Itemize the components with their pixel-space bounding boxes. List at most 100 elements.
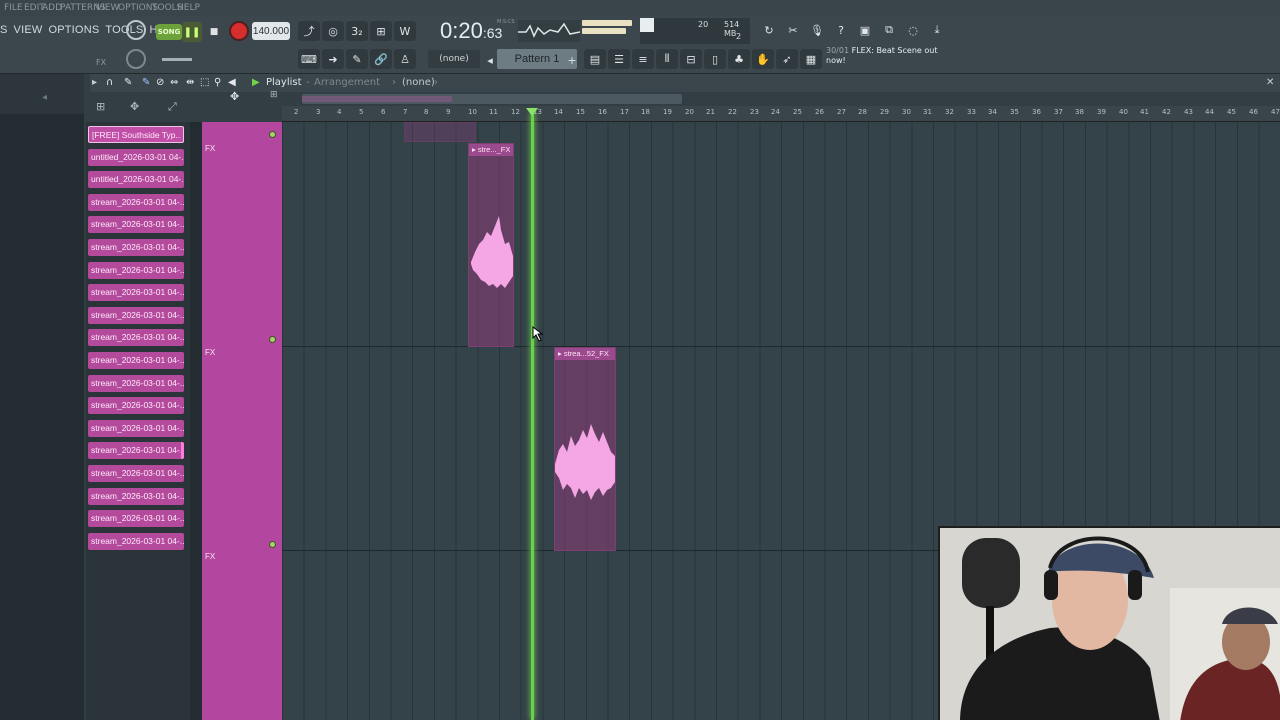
pattern-item[interactable]: [FREE] Southside Typ.. [88,126,184,143]
draw-icon[interactable]: ✎ [124,77,132,88]
channel-rack-icon[interactable]: ☰ [608,49,630,69]
browser-icon[interactable]: ⊟ [680,49,702,69]
link-icon[interactable]: 🔗 [370,49,392,69]
project-icon[interactable]: ▯ [704,49,726,69]
track-move-icon[interactable]: ✥ [230,90,239,103]
pattern-item[interactable]: stream_2026-03-01 04-.. [88,420,184,437]
metronome-icon[interactable]: ⤴ [298,21,320,41]
pattern-item[interactable]: stream_2026-03-01 04-.. [88,352,184,369]
step-edit-icon[interactable]: ⊞ [370,21,392,41]
pattern-item[interactable]: stream_2026-03-01 04-.. [88,216,184,233]
plugin-icon[interactable]: ⧉ [878,20,900,40]
pattern-list-icon[interactable]: ⊞ [96,100,105,113]
mute-icon[interactable]: ⇹ [186,77,194,88]
playlist-clip-source[interactable]: (none) [402,77,435,88]
ruler-tick: 17 [620,108,629,116]
stop-button[interactable]: ■ [205,22,223,42]
track-2-mute-toggle[interactable] [269,336,276,343]
track-3-mute-toggle[interactable] [269,541,276,548]
pattern-item[interactable]: stream_2026-03-01 04-.. [88,397,184,414]
draw-tool-icon[interactable]: ✎ [346,49,368,69]
pattern-item[interactable]: stream_2026-03-01 04-.. [88,375,184,392]
menu-view[interactable]: VIEW [14,20,43,40]
mic-icon[interactable]: 🎙 [806,20,828,40]
fx-label: FX [96,58,107,67]
resize-icon[interactable]: ⤢ [168,100,177,114]
pattern-item[interactable]: stream_2026-03-01 04-.. [88,329,184,346]
master-slider[interactable] [162,58,192,61]
pattern-item[interactable]: untitled_2026-03-01 04-.. [88,171,184,188]
playback-icon[interactable]: ◀ [228,77,236,88]
play-pause-button[interactable]: ❚❚ [182,22,202,42]
song-mode-toggle[interactable]: SONG [156,24,182,40]
menu-patterns-tail[interactable]: S [0,20,8,40]
delete-icon[interactable]: ⊘ [156,77,164,88]
pattern-item[interactable]: stream_2026-03-01 04-.. [88,194,184,211]
arrow-icon[interactable]: ➜ [322,49,344,69]
plugin-picker-icon[interactable]: ♣ [728,49,750,69]
playhead-marker[interactable] [526,108,538,116]
pattern-add-icon[interactable]: + [566,50,578,70]
menu-options[interactable]: OPTIONS [48,20,99,40]
ruler-tick: 25 [793,108,802,116]
master-volume-knob[interactable] [126,20,146,40]
chat-icon[interactable]: ◌ [902,20,924,40]
track-1-mute-toggle[interactable] [269,131,276,138]
piano-roll-icon[interactable]: ⌨ [298,49,320,69]
pattern-scrollbar[interactable] [190,122,202,720]
slip-icon[interactable]: ⇔ [170,77,178,88]
cut-icon[interactable]: ✂ [782,20,804,40]
mixer-icon[interactable]: ⫴ [656,49,678,69]
countdown-icon[interactable]: 3₂ [346,21,368,41]
master-pitch-knob[interactable] [126,49,146,69]
select-icon[interactable]: ⬚ [200,77,209,88]
pattern-item[interactable]: stream_2026-03-01 04-.. [88,284,184,301]
blend-icon[interactable]: W [394,21,416,41]
snap-select[interactable]: (none) [428,50,480,68]
timeline-ruler[interactable]: 2 3 4 5 6 7 8 9 10 11 12 13 14 15 16 17 18 19 20 21 22 23 24 25… [282,106,1280,122]
pattern-item[interactable]: stream_2026-03-01 04-.. [88,533,184,550]
audio-clip[interactable]: ▸ strea...52_FX [554,347,616,551]
ruler-tick: 15 [576,108,585,116]
wait-input-icon[interactable]: ◎ [322,21,344,41]
track-1-label[interactable]: FX [205,144,215,153]
touch-keyboard-icon[interactable]: ✋ [752,49,774,69]
zoom-icon[interactable]: ⚲ [214,77,221,88]
playlist-view-icon[interactable]: ▤ [584,49,606,69]
audio-clip-ghost[interactable] [404,122,476,142]
pattern-item[interactable]: stream_2026-03-01 04-.. [88,465,184,482]
store-icon[interactable]: ▦ [800,49,822,69]
tempo-display[interactable]: 140.000 [252,22,290,40]
magnet-icon[interactable]: ∩ [106,77,113,88]
track-mute-all-icon[interactable]: ⊞ [270,90,278,100]
help-icon[interactable]: ? [830,20,852,40]
paint-icon[interactable]: ✎ [142,77,150,88]
undo-icon[interactable]: ↻ [758,20,780,40]
download-icon[interactable]: ⤓ [926,20,948,40]
audio-clip[interactable]: ▸ stre..._FX [468,143,514,347]
pattern-item[interactable]: stream_2026-03-01 04-.. [88,239,184,256]
playlist-menu-icon[interactable]: ▸ [92,77,97,88]
news-ticker[interactable]: 30/01 FLEX: Beat Scene out now! [826,46,951,72]
move-icon[interactable]: ✥ [130,100,139,113]
pattern-item[interactable]: stream_2026-03-01 04-.. [88,262,184,279]
cpu-bar [640,18,654,32]
pattern-item[interactable]: stream_2026-03-01 04-.. [88,442,184,459]
pattern-item[interactable]: untitled_2026-03-01 04-.. [88,149,184,166]
save-icon[interactable]: ▣ [854,20,876,40]
track-2-label[interactable]: FX [205,348,215,357]
pattern-item[interactable]: stream_2026-03-01 04-.. [88,488,184,505]
pattern-item[interactable]: stream_2026-03-01 04-.. [88,307,184,324]
track-3-label[interactable]: FX [205,552,215,561]
stamp-icon[interactable]: ♙ [394,49,416,69]
pattern-selector[interactable]: Pattern 1 [497,49,577,69]
browser-back-icon[interactable]: ◂ [42,92,47,103]
playhead-line[interactable] [531,112,534,720]
step-sequencer-icon[interactable]: ≡ [632,49,654,69]
pattern-item[interactable]: stream_2026-03-01 04-.. [88,510,184,527]
pattern-prev-icon[interactable]: ◂ [484,50,496,70]
scroll-thumb[interactable] [302,96,452,102]
record-button[interactable] [229,21,249,41]
close-icon[interactable]: ✕ [1266,77,1274,88]
marketplace-icon[interactable]: ➶ [776,49,798,69]
